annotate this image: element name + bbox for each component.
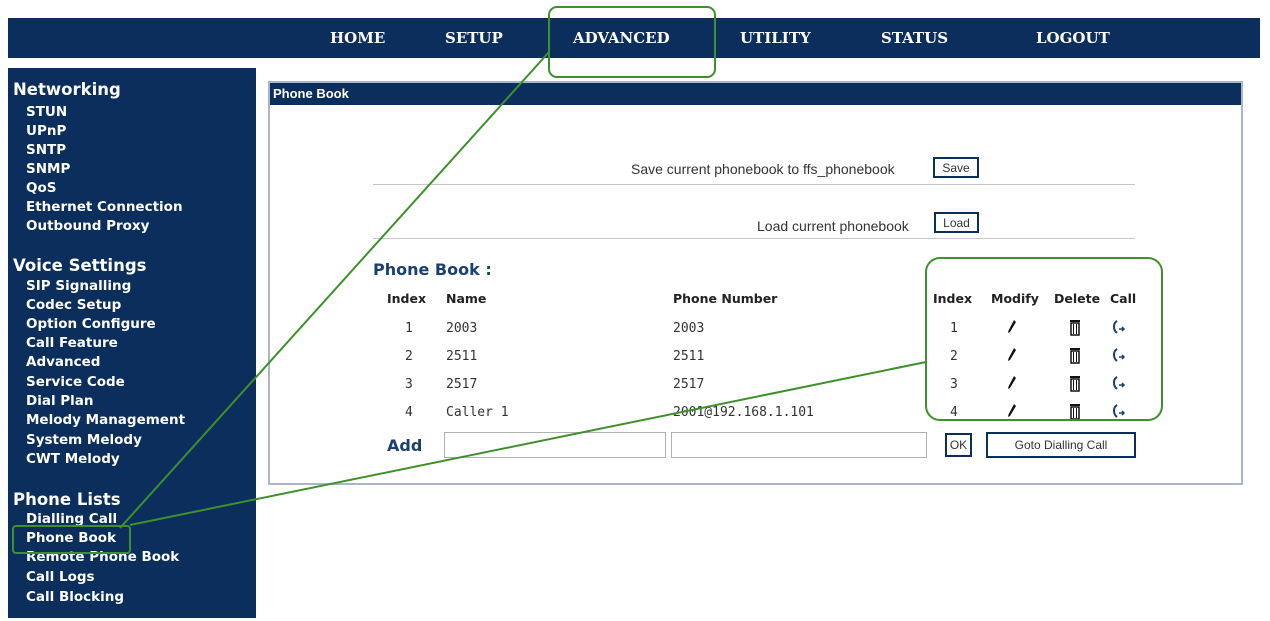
save-button[interactable]: Save [933, 157, 979, 178]
save-phonebook-text: Save current phonebook to ffs_phonebook [631, 161, 895, 177]
row-3-name: 2517 [446, 377, 478, 392]
load-phonebook-text: Load current phonebook [757, 218, 909, 234]
row-1-index: 1 [405, 321, 413, 336]
nav-setup[interactable]: SETUP [445, 18, 503, 58]
nav-status[interactable]: STATUS [881, 18, 948, 58]
sidebar-item-option-configure[interactable]: Option Configure [26, 315, 156, 334]
sidebar-item-qos[interactable]: QoS [26, 179, 56, 198]
panel-title: Phone Book [270, 83, 1241, 105]
sidebar-item-melody-management[interactable]: Melody Management [26, 411, 185, 430]
phone-book-panel: Phone Book Save current phonebook to ffs… [268, 81, 1243, 485]
row-3-index-2: 3 [950, 377, 958, 392]
sidebar-heading-networking: Networking [13, 80, 121, 99]
column-header-modify: Modify [991, 291, 1039, 306]
column-header-delete: Delete [1054, 291, 1101, 306]
sidebar-item-service-code[interactable]: Service Code [26, 373, 125, 392]
row-2-index-2: 2 [950, 349, 958, 364]
sidebar-item-upnp[interactable]: UPnP [26, 122, 66, 141]
ok-button[interactable]: OK [945, 433, 972, 457]
divider [373, 184, 1135, 185]
nav-home[interactable]: HOME [330, 18, 385, 58]
phone-call-icon[interactable] [1110, 318, 1126, 336]
row-4-name: Caller 1 [446, 405, 509, 420]
nav-logout[interactable]: LOGOUT [1036, 18, 1110, 58]
sidebar-item-call-logs[interactable]: Call Logs [26, 568, 95, 587]
row-4-index-2: 4 [950, 405, 958, 420]
sidebar-item-sip-signalling[interactable]: SIP Signalling [26, 277, 131, 296]
sidebar-item-sntp[interactable]: SNTP [26, 141, 66, 160]
sidebar-item-phone-book[interactable]: Phone Book [26, 529, 116, 548]
nav-advanced[interactable]: ADVANCED [573, 18, 670, 58]
sidebar-item-system-melody[interactable]: System Melody [26, 431, 142, 450]
row-1-phone: 2003 [673, 321, 705, 336]
sidebar-item-outbound-proxy[interactable]: Outbound Proxy [26, 217, 149, 236]
column-header-index: Index [387, 291, 427, 306]
trash-icon[interactable] [1067, 318, 1083, 336]
column-header-phone-number: Phone Number [673, 291, 778, 306]
sidebar-item-call-blocking[interactable]: Call Blocking [26, 588, 124, 607]
sidebar-item-dialling-call[interactable]: Dialling Call [26, 510, 117, 529]
column-header-name: Name [446, 291, 487, 306]
phone-call-icon[interactable] [1110, 346, 1126, 364]
sidebar-item-stun[interactable]: STUN [26, 103, 67, 122]
nav-utility[interactable]: UTILITY [740, 18, 811, 58]
row-2-index: 2 [405, 349, 413, 364]
sidebar: Networking STUN UPnP SNTP SNMP QoS Ether… [8, 68, 256, 618]
column-header-call: Call [1110, 291, 1137, 306]
sidebar-heading-voice-settings: Voice Settings [13, 256, 147, 275]
row-2-phone: 2511 [673, 349, 705, 364]
divider [373, 238, 1135, 239]
sidebar-item-dial-plan[interactable]: Dial Plan [26, 392, 94, 411]
goto-dialling-call-button[interactable]: Goto Dialling Call [986, 432, 1136, 458]
column-header-index-2: Index [933, 291, 973, 306]
add-phone-input[interactable] [671, 432, 927, 458]
pencil-icon[interactable] [1004, 346, 1020, 364]
sidebar-item-remote-phone-book[interactable]: Remote Phone Book [26, 548, 179, 567]
row-1-index-2: 1 [950, 321, 958, 336]
phone-book-section-title: Phone Book : [373, 260, 492, 279]
pencil-icon[interactable] [1004, 402, 1020, 420]
row-4-phone: 2001@192.168.1.101 [673, 405, 814, 420]
pencil-icon[interactable] [1004, 374, 1020, 392]
phone-call-icon[interactable] [1110, 374, 1126, 392]
add-name-input[interactable] [444, 432, 666, 458]
trash-icon[interactable] [1067, 346, 1083, 364]
sidebar-item-codec-setup[interactable]: Codec Setup [26, 296, 121, 315]
pencil-icon[interactable] [1004, 318, 1020, 336]
row-2-name: 2511 [446, 349, 478, 364]
sidebar-item-call-feature[interactable]: Call Feature [26, 334, 118, 353]
sidebar-item-ethernet-connection[interactable]: Ethernet Connection [26, 198, 183, 217]
trash-icon[interactable] [1067, 374, 1083, 392]
add-label: Add [387, 436, 423, 455]
row-3-phone: 2517 [673, 377, 705, 392]
sidebar-item-advanced[interactable]: Advanced [26, 353, 100, 372]
sidebar-item-cwt-melody[interactable]: CWT Melody [26, 450, 120, 469]
sidebar-heading-phone-lists: Phone Lists [13, 490, 121, 509]
trash-icon[interactable] [1067, 402, 1083, 420]
row-4-index: 4 [405, 405, 413, 420]
row-3-index: 3 [405, 377, 413, 392]
phone-call-icon[interactable] [1110, 402, 1126, 420]
load-button[interactable]: Load [934, 212, 979, 233]
top-navigation-bar: HOME SETUP ADVANCED UTILITY STATUS LOGOU… [8, 18, 1260, 58]
row-1-name: 2003 [446, 321, 478, 336]
sidebar-item-snmp[interactable]: SNMP [26, 160, 70, 179]
